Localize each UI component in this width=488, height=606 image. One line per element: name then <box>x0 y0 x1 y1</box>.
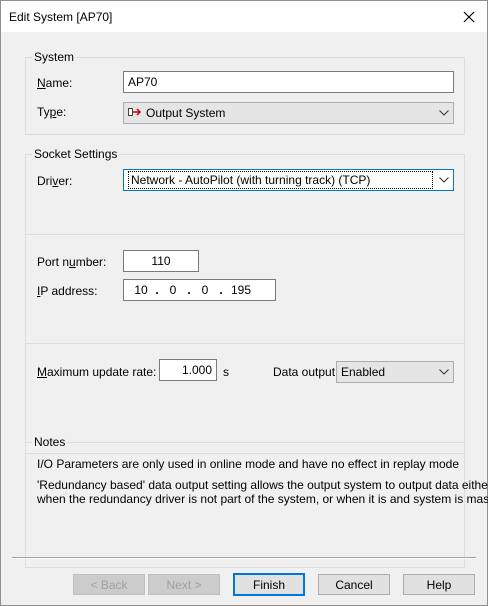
ip-address-label: IP address: <box>37 284 98 298</box>
close-button[interactable] <box>451 1 487 32</box>
help-button[interactable]: Help <box>403 574 475 595</box>
edit-system-dialog: Edit System [AP70] System Name: Type: Ou… <box>0 0 488 606</box>
type-value: Output System <box>146 106 226 120</box>
notes-line-2: 'Redundancy based' data output setting a… <box>37 478 488 492</box>
name-input[interactable] <box>123 71 454 93</box>
ip-octet-4[interactable]: 195 <box>226 283 256 297</box>
rate-unit: s <box>223 365 229 379</box>
chevron-down-icon <box>435 170 453 190</box>
chevron-down-icon <box>435 362 453 382</box>
title-bar: Edit System [AP70] <box>1 1 487 32</box>
finish-button[interactable]: Finish <box>233 573 305 596</box>
socket-settings-group: Socket Settings <box>25 147 465 454</box>
next-button[interactable]: Next > <box>148 574 220 595</box>
max-update-rate-label: Maximum update rate: <box>37 365 157 379</box>
notes-title: Notes <box>32 435 68 449</box>
driver-label: Driver: <box>37 174 73 188</box>
data-output-select[interactable]: Enabled <box>336 361 454 383</box>
back-button[interactable]: < Back <box>73 574 145 595</box>
socket-separator-1 <box>26 234 464 235</box>
ip-octet-3[interactable]: 0 <box>194 283 216 297</box>
close-icon <box>463 11 475 22</box>
data-output-value: Enabled <box>341 365 386 379</box>
type-select[interactable]: Output System <box>123 102 454 124</box>
ip-octet-2[interactable]: 0 <box>162 283 184 297</box>
max-update-rate-input[interactable] <box>159 359 217 381</box>
port-input[interactable] <box>123 250 199 272</box>
ip-address-input[interactable]: 10 . 0 . 0 . 195 <box>123 279 276 301</box>
ip-octet-1[interactable]: 10 <box>130 283 152 297</box>
button-divider <box>12 557 476 559</box>
port-label: Port number: <box>37 255 107 269</box>
driver-select[interactable]: Network - AutoPilot (with turning track)… <box>123 169 454 191</box>
name-label: Name: <box>37 76 73 90</box>
output-system-icon <box>128 106 142 120</box>
chevron-down-icon <box>435 103 453 123</box>
notes-line-3: when the redundancy driver is not part o… <box>37 492 488 506</box>
driver-value: Network - AutoPilot (with turning track)… <box>128 171 433 189</box>
notes-line-1: I/O Parameters are only used in online m… <box>37 457 460 471</box>
dialog-body: System Name: Type: Output System Socket … <box>1 32 488 605</box>
window-title: Edit System [AP70] <box>9 10 113 24</box>
socket-separator-2 <box>26 343 464 344</box>
type-label: Type: <box>37 105 67 119</box>
socket-settings-title: Socket Settings <box>32 147 120 161</box>
data-output-label: Data output: <box>273 365 339 379</box>
system-group-title: System <box>32 50 77 64</box>
cancel-button[interactable]: Cancel <box>318 574 390 595</box>
